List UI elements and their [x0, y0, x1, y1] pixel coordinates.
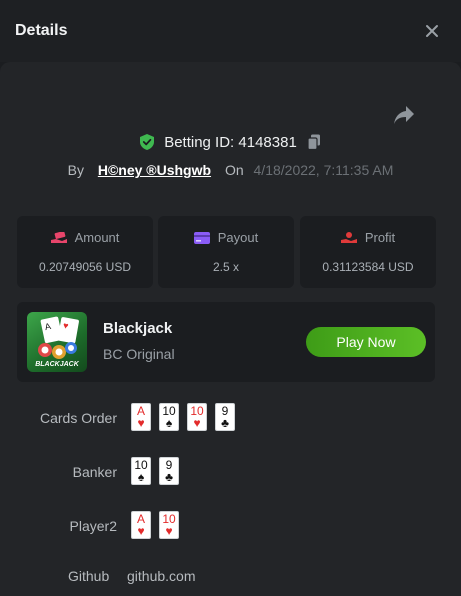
hand-coins-icon — [340, 232, 357, 243]
betting-id-value: 4148381 — [238, 134, 297, 151]
card-suit: ♥ — [193, 416, 201, 430]
bet-date: 4/18/2022, 7:11:35 AM — [253, 162, 394, 178]
modal-title: Details — [15, 22, 68, 39]
payout-label: Payout — [217, 230, 259, 245]
amount-value: 0.20749056 USD — [38, 260, 132, 274]
money-hand-icon — [50, 231, 67, 243]
card-suit: ♥ — [137, 524, 145, 538]
amount-label: Amount — [74, 230, 120, 245]
card-suit: ♣ — [221, 416, 229, 430]
modal-header: Details — [0, 0, 461, 62]
playing-card: 9 ♣ — [215, 403, 235, 431]
verified-shield-icon — [140, 134, 155, 154]
username-link[interactable]: H©ney ®Ushgwb — [98, 162, 211, 178]
playing-card: 10 ♠ — [159, 403, 179, 431]
card-suit: ♣ — [165, 470, 173, 484]
copy-icon[interactable] — [307, 134, 321, 154]
banker-label: Banker — [72, 464, 117, 480]
profit-value: 0.31123584 USD — [322, 260, 414, 274]
betting-id-label: Betting ID: — [164, 134, 235, 151]
bettor-row: By H©ney ®Ushgwb On 4/18/2022, 7:11:35 A… — [0, 162, 461, 178]
playing-card: A ♥ — [131, 511, 151, 539]
payout-value: 2.5 x — [212, 260, 239, 274]
thumbnail-caption: BLACKJACK — [35, 361, 79, 368]
blackjack-thumbnail[interactable]: A ♥ BLACKJACK — [27, 312, 87, 372]
card-icon — [193, 232, 210, 244]
game-card: A ♥ BLACKJACK Blackjack BC Original Play… — [17, 302, 435, 382]
playing-card: 9 ♣ — [159, 457, 179, 485]
github-label: Github — [68, 568, 110, 584]
card-suit: ♥ — [137, 416, 145, 430]
player2-label: Player2 — [69, 518, 117, 534]
betting-id-row: Betting ID: 4148381 — [0, 134, 461, 154]
playing-card: 10 ♥ — [187, 403, 207, 431]
play-now-button[interactable]: Play Now — [306, 327, 426, 357]
by-label: By — [67, 162, 84, 178]
playing-card: 10 ♠ — [131, 457, 151, 485]
playing-card: 10 ♥ — [159, 511, 179, 539]
card-suit: ♠ — [137, 470, 145, 484]
profit-card: Profit 0.31123584 USD — [300, 216, 436, 288]
profit-label: Profit — [364, 230, 396, 245]
card-suit: ♥ — [165, 524, 173, 538]
game-name: Blackjack — [103, 320, 173, 337]
amount-card: Amount 0.20749056 USD — [17, 216, 153, 288]
close-icon[interactable] — [423, 22, 441, 40]
card-suit: ♠ — [165, 416, 173, 430]
payout-card: Payout 2.5 x — [158, 216, 294, 288]
playing-card: A ♥ — [131, 403, 151, 431]
github-value[interactable]: github.com — [127, 568, 195, 584]
on-label: On — [224, 162, 244, 178]
cards-order-label: Cards Order — [39, 410, 117, 426]
game-subtitle: BC Original — [103, 346, 175, 362]
share-icon[interactable] — [392, 104, 416, 126]
modal-body: Betting ID: 4148381 By H©ney ®Ushgwb On … — [0, 62, 461, 596]
details-modal: Details Betting ID: 4148381 By H©ney ®Us… — [0, 0, 461, 596]
